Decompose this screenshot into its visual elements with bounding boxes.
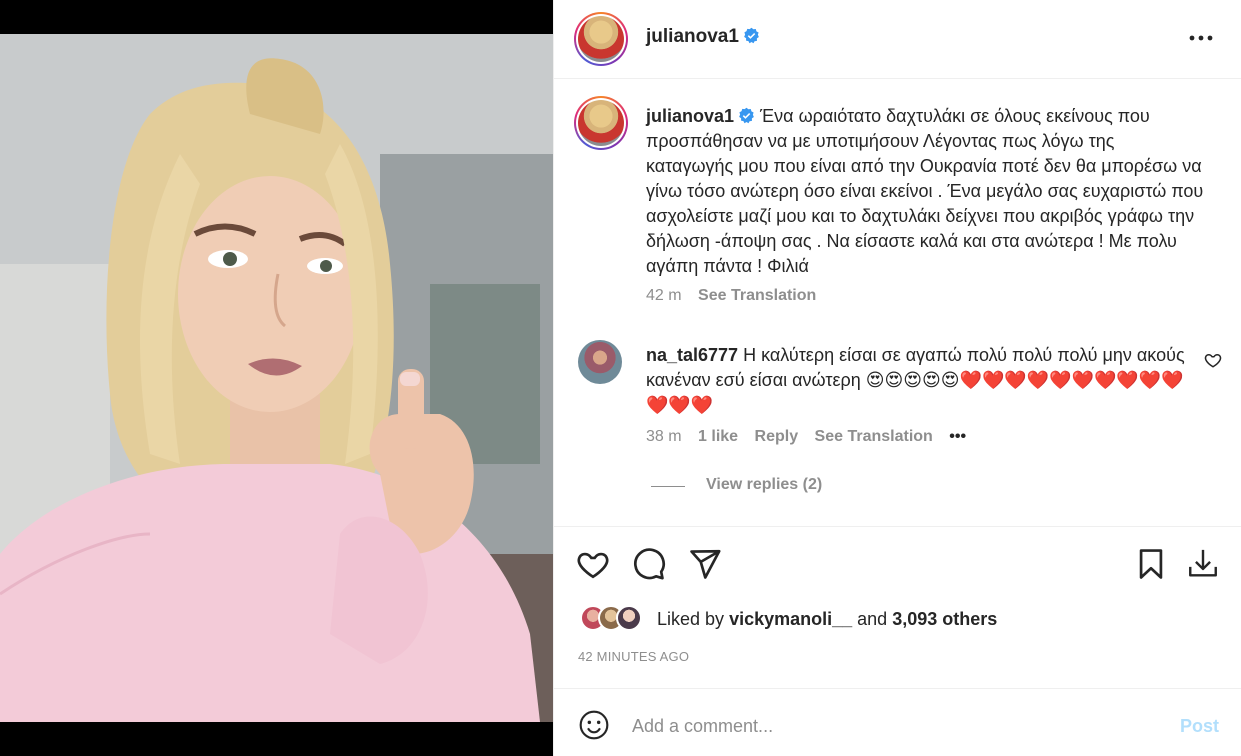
caption-time[interactable]: 42 m	[646, 287, 682, 304]
author-avatar-image	[578, 16, 624, 62]
comment: na_tal6777 Η καλύτερη είσαι σε αγαπώ πολ…	[646, 343, 1186, 418]
post-actions: Liked by vickymanoli__ and 3,093 others …	[554, 526, 1241, 688]
comment-bubble-icon[interactable]	[632, 547, 666, 581]
commenter-avatar[interactable]	[578, 340, 622, 384]
post-photo-illustration	[0, 34, 553, 722]
likes-summary: Liked by vickymanoli__ and 3,093 others	[657, 609, 997, 630]
commenter-username[interactable]: na_tal6777	[646, 345, 738, 365]
comment-see-translation[interactable]: See Translation	[815, 428, 933, 445]
more-options-icon[interactable]	[1187, 28, 1215, 48]
add-comment-input[interactable]	[632, 711, 1152, 741]
add-comment-bar: Post	[554, 688, 1241, 756]
caption-body: Ένα ωραιότατο δαχτυλάκι σε όλους εκείνου…	[646, 106, 1204, 276]
save-bookmark-icon[interactable]	[1134, 547, 1168, 581]
likes-count-link[interactable]: 3,093 others	[892, 609, 997, 629]
view-replies-button[interactable]: View replies (2)	[706, 476, 822, 494]
like-heart-icon[interactable]	[576, 547, 610, 581]
caption-username[interactable]: julianova1	[646, 106, 734, 126]
download-icon[interactable]	[1186, 547, 1220, 581]
liker-avatar	[616, 605, 642, 631]
liked-by-user-link[interactable]: vickymanoli__	[729, 609, 852, 629]
comment-more-icon[interactable]: •••	[949, 428, 966, 445]
comment-like-heart-icon[interactable]	[1204, 351, 1222, 369]
liked-by-and: and	[857, 609, 888, 629]
caption-meta: 42 m See Translation	[646, 287, 816, 305]
author-username[interactable]: julianova1	[646, 26, 739, 47]
post-comment-button[interactable]: Post	[1180, 716, 1219, 737]
caption: julianova1 Ένα ωραιότατο δαχτυλάκι σε όλ…	[646, 104, 1206, 279]
author-avatar[interactable]	[574, 12, 628, 66]
caption-author-avatar[interactable]	[574, 96, 628, 150]
emoji-picker-icon[interactable]	[578, 709, 610, 741]
post-timestamp[interactable]: 42 MINUTES AGO	[578, 649, 689, 664]
comment-likes[interactable]: 1 like	[698, 428, 738, 445]
caption-avatar-image	[578, 100, 624, 146]
caption-see-translation[interactable]: See Translation	[698, 287, 816, 304]
liked-by-prefix: Liked by	[657, 609, 725, 629]
comment-reply-button[interactable]: Reply	[755, 428, 799, 445]
share-paper-plane-icon[interactable]	[688, 547, 722, 581]
liker-avatars[interactable]	[580, 605, 650, 633]
replies-divider	[651, 486, 685, 487]
post-header: julianova1	[554, 0, 1241, 79]
caption-verified-badge-icon	[739, 107, 754, 124]
post-panel: julianova1 julianova1 Ένα ωραιότατο δαχτ…	[553, 0, 1241, 756]
post-photo[interactable]	[0, 34, 553, 722]
post-photo-panel	[0, 0, 553, 756]
comment-meta: 38 m 1 like Reply See Translation •••	[646, 428, 966, 446]
verified-badge-icon	[744, 27, 759, 44]
comment-time[interactable]: 38 m	[646, 428, 682, 445]
author-username-link[interactable]: julianova1	[646, 26, 760, 48]
